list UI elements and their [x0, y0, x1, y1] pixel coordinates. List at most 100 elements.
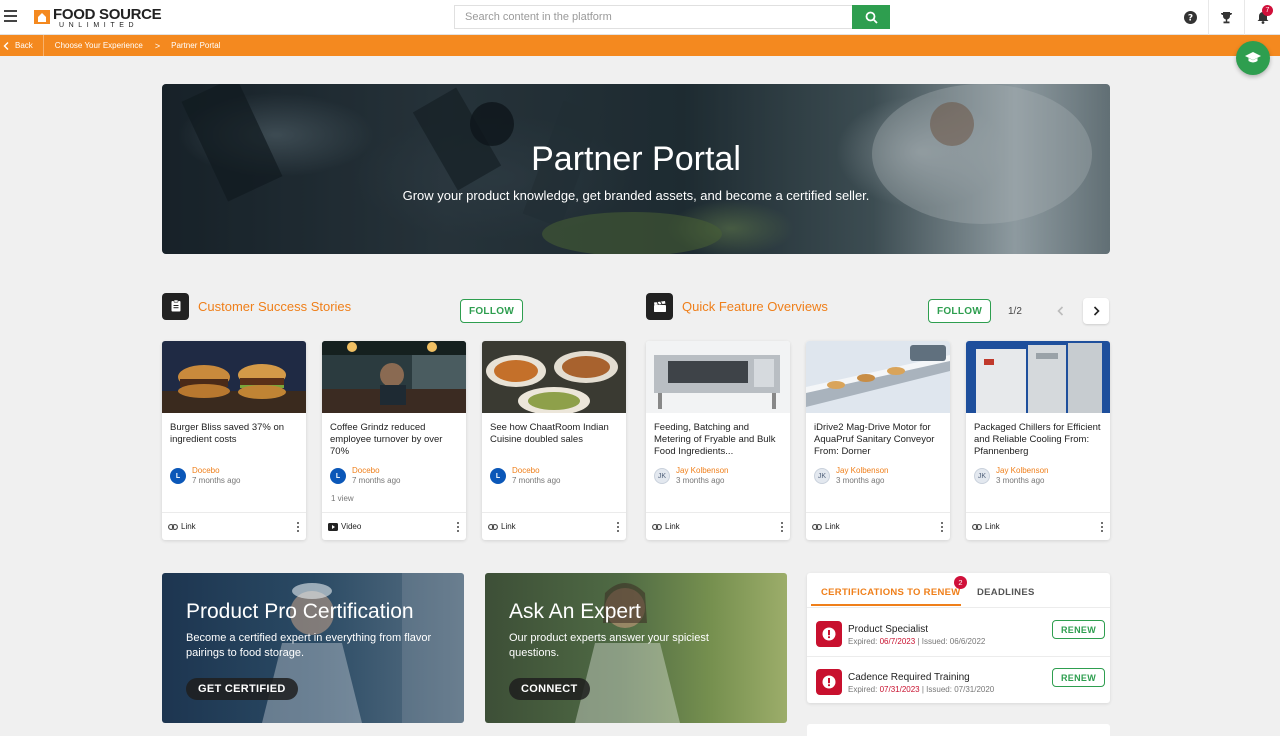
- section-header-feature-overviews: Quick Feature Overviews: [646, 292, 828, 320]
- search-input[interactable]: [454, 5, 852, 29]
- content-card[interactable]: Packaged Chillers for Efficient and Reli…: [966, 341, 1110, 540]
- breadcrumb-item-choose-experience[interactable]: Choose Your Experience: [55, 41, 143, 50]
- avatar: JK: [974, 468, 990, 484]
- more-options-icon[interactable]: [296, 521, 300, 532]
- clapperboard-icon: [646, 292, 673, 320]
- card-thumbnail-coffee-shop: [322, 341, 466, 413]
- video-icon: [328, 522, 338, 531]
- content-card[interactable]: Burger Bliss saved 37% on ingredient cos…: [162, 341, 306, 540]
- brand-line2: UNLIMITED: [59, 22, 139, 29]
- author-name[interactable]: Docebo: [512, 466, 560, 476]
- card-title: iDrive2 Mag-Drive Motor for AquaPruf San…: [814, 422, 935, 457]
- search-bar: [454, 5, 890, 29]
- carousel-prev-button[interactable]: [1047, 298, 1073, 324]
- link-icon: [972, 523, 982, 530]
- author-name[interactable]: Docebo: [192, 466, 240, 476]
- connect-button[interactable]: CONNECT: [509, 678, 590, 700]
- certification-dates: Expired: 06/7/2023 | Issued: 06/6/2022: [848, 637, 986, 646]
- search-icon: [865, 11, 878, 24]
- active-tab-indicator: [811, 604, 961, 606]
- author-time: 7 months ago: [192, 476, 241, 485]
- content-type-label: Link: [985, 522, 1000, 531]
- content-card[interactable]: See how ChaatRoom Indian Cuisine doubled…: [482, 341, 626, 540]
- breadcrumb: Back Choose Your Experience > Partner Po…: [0, 35, 1280, 56]
- achievements-button[interactable]: [1208, 0, 1244, 35]
- help-button[interactable]: ?: [1172, 0, 1208, 35]
- more-options-icon[interactable]: [616, 521, 620, 532]
- learning-fab-button[interactable]: [1236, 41, 1270, 75]
- card-title: Feeding, Batching and Metering of Fryabl…: [654, 422, 776, 457]
- promo-title: Product Pro Certification: [186, 600, 414, 623]
- more-options-icon[interactable]: [1100, 521, 1104, 532]
- card-title: Packaged Chillers for Efficient and Reli…: [974, 422, 1101, 457]
- certifications-tabs: CERTIFICATIONS TO RENEW 2 DEADLINES: [807, 573, 1110, 608]
- renew-button[interactable]: RENEW: [1052, 620, 1105, 639]
- certification-name[interactable]: Cadence Required Training: [848, 672, 970, 683]
- author-name[interactable]: Jay Kolbenson: [836, 466, 888, 476]
- menu-icon[interactable]: [4, 10, 17, 22]
- section-title[interactable]: Quick Feature Overviews: [682, 299, 828, 314]
- document-icon: [162, 292, 189, 320]
- author-name[interactable]: Docebo: [352, 466, 400, 476]
- chevron-left-icon: [3, 41, 9, 50]
- get-certified-button[interactable]: GET CERTIFIED: [186, 678, 298, 700]
- avatar: L: [170, 468, 186, 484]
- breadcrumb-item-partner-portal: Partner Portal: [171, 41, 221, 50]
- certification-row: Product Specialist Expired: 06/7/2023 | …: [807, 609, 1110, 656]
- link-icon: [168, 523, 178, 530]
- more-options-icon[interactable]: [780, 521, 784, 532]
- card-author: L Docebo 7 months ago: [170, 466, 240, 486]
- card-thumbnail-burgers: [162, 341, 306, 413]
- brand-logo[interactable]: FOOD SOURCE UNLIMITED: [34, 6, 162, 29]
- author-name[interactable]: Jay Kolbenson: [996, 466, 1048, 476]
- card-footer: Link: [482, 512, 626, 540]
- section-title[interactable]: Customer Success Stories: [198, 299, 351, 314]
- promo-banner-certification[interactable]: Product Pro Certification Become a certi…: [162, 573, 464, 723]
- back-button[interactable]: Back: [0, 35, 44, 56]
- promo-banner-expert[interactable]: Ask An Expert Our product experts answer…: [485, 573, 787, 723]
- renew-button[interactable]: RENEW: [1052, 668, 1105, 687]
- card-thumbnail-chillers: [966, 341, 1110, 413]
- hero-subtitle: Grow your product knowledge, get branded…: [402, 188, 870, 203]
- more-options-icon[interactable]: [940, 521, 944, 532]
- content-type-label: Link: [825, 522, 840, 531]
- link-icon: [652, 523, 662, 530]
- avatar: JK: [814, 468, 830, 484]
- certification-name[interactable]: Product Specialist: [848, 624, 928, 635]
- content-card[interactable]: iDrive2 Mag-Drive Motor for AquaPruf San…: [806, 341, 950, 540]
- logo-mark-icon: [34, 10, 50, 24]
- card-footer: Link: [646, 512, 790, 540]
- author-time: 7 months ago: [512, 476, 561, 485]
- section-header-customer-stories: Customer Success Stories: [162, 292, 351, 320]
- carousel-pager: 1/2: [1008, 306, 1022, 317]
- card-author: JK Jay Kolbenson 3 months ago: [814, 466, 888, 486]
- brand-line1: FOOD SOURCE: [53, 6, 162, 23]
- certification-row: Cadence Required Training Expired: 07/31…: [807, 656, 1110, 703]
- author-time: 3 months ago: [996, 476, 1045, 485]
- card-thumbnail-indian-cuisine: [482, 341, 626, 415]
- author-name[interactable]: Jay Kolbenson: [676, 466, 728, 476]
- card-title: Burger Bliss saved 37% on ingredient cos…: [170, 422, 285, 445]
- content-type-label: Link: [181, 522, 196, 531]
- card-title: Coffee Grindz reduced employee turnover …: [330, 422, 443, 457]
- content-type-label: Video: [341, 522, 362, 531]
- author-time: 3 months ago: [676, 476, 725, 485]
- content-card[interactable]: Feeding, Batching and Metering of Fryabl…: [646, 341, 790, 540]
- svg-text:?: ?: [1187, 14, 1192, 24]
- search-button[interactable]: [852, 5, 890, 29]
- card-author: JK Jay Kolbenson 3 months ago: [974, 466, 1048, 486]
- content-card[interactable]: Coffee Grindz reduced employee turnover …: [322, 341, 466, 540]
- chevron-left-icon: [1056, 306, 1063, 316]
- card-footer: Link: [806, 512, 950, 540]
- carousel-next-button[interactable]: [1083, 298, 1109, 324]
- top-bar: FOOD SOURCE UNLIMITED ? 7: [0, 0, 1280, 35]
- more-options-icon[interactable]: [456, 521, 460, 532]
- notifications-button[interactable]: 7: [1244, 0, 1280, 35]
- graduation-cap-icon: [1245, 52, 1261, 63]
- follow-button-customer-stories[interactable]: FOLLOW: [460, 299, 523, 323]
- tab-certifications-to-renew[interactable]: CERTIFICATIONS TO RENEW: [821, 587, 961, 598]
- follow-button-feature-overviews[interactable]: FOLLOW: [928, 299, 991, 323]
- chevron-right-icon: [1093, 306, 1100, 316]
- tab-deadlines[interactable]: DEADLINES: [977, 587, 1035, 598]
- renew-count-badge: 2: [954, 576, 967, 589]
